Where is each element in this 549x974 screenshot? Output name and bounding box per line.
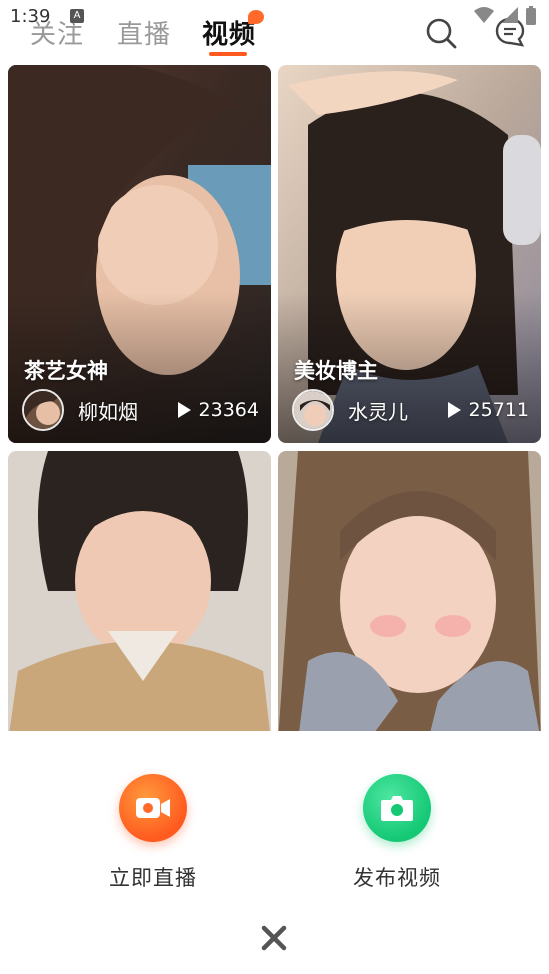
- close-icon[interactable]: [259, 923, 289, 953]
- wifi-icon: [474, 7, 494, 23]
- tab-live[interactable]: 直播: [117, 14, 171, 51]
- video-card[interactable]: [8, 451, 271, 741]
- new-badge-dot: [248, 10, 264, 24]
- go-live-action[interactable]: 立即直播: [83, 774, 223, 892]
- video-card[interactable]: 茶艺女神 柳如烟 23364: [8, 65, 271, 443]
- active-tab-indicator: [209, 52, 247, 56]
- video-thumbnail: [278, 451, 541, 741]
- avatar[interactable]: [22, 389, 64, 431]
- go-live-button[interactable]: [119, 774, 187, 842]
- video-thumbnail: [8, 451, 271, 741]
- avatar[interactable]: [292, 389, 334, 431]
- status-icons: [473, 6, 537, 26]
- video-meta: 柳如烟 23364: [22, 387, 259, 433]
- notification-a-icon: A: [70, 9, 84, 23]
- publish-sheet: 立即直播 发布视频: [0, 731, 549, 974]
- video-card[interactable]: 美妆博主 水灵儿 25711: [278, 65, 541, 443]
- play-icon: [177, 402, 191, 418]
- video-meta: 水灵儿 25711: [292, 387, 529, 433]
- author-name[interactable]: 水灵儿: [348, 396, 408, 425]
- play-count-value: 25711: [468, 399, 529, 421]
- search-icon[interactable]: [424, 16, 458, 50]
- signal-icon: [502, 7, 518, 23]
- go-live-label: 立即直播: [109, 866, 197, 890]
- publish-video-label: 发布视频: [353, 866, 441, 890]
- camera-icon: [136, 798, 170, 818]
- play-icon: [447, 402, 461, 418]
- publish-video-button[interactable]: [363, 774, 431, 842]
- author-name[interactable]: 柳如烟: [78, 396, 138, 425]
- battery-icon: [526, 6, 536, 25]
- video-title: 茶艺女神: [24, 359, 108, 383]
- publish-video-action[interactable]: 发布视频: [327, 774, 467, 892]
- video-title: 美妆博主: [294, 359, 378, 383]
- video-card[interactable]: [278, 451, 541, 741]
- status-time: 1:39: [10, 6, 51, 27]
- camera-icon: [381, 796, 413, 821]
- play-count: 25711: [447, 399, 529, 421]
- play-count-value: 23364: [198, 399, 259, 421]
- play-count: 23364: [177, 399, 259, 421]
